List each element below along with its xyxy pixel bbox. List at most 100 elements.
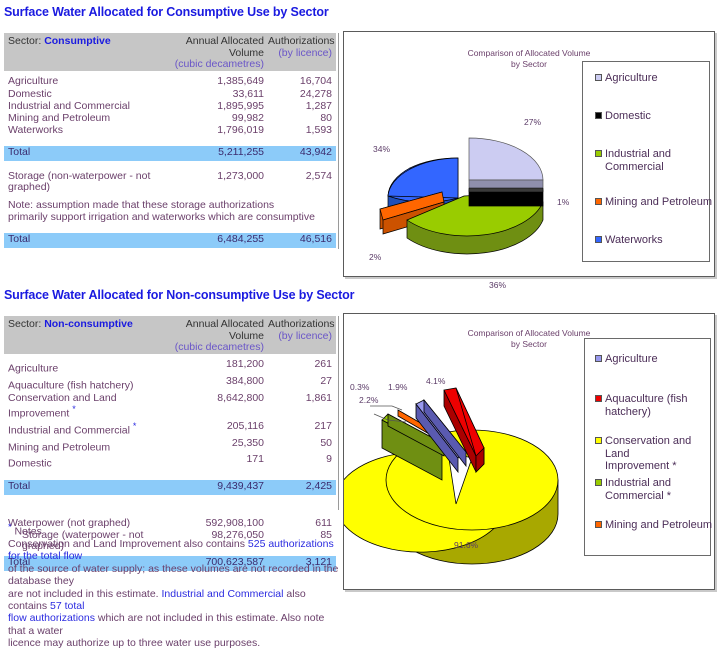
row-name-cell: Industrial and Commercial * [4,420,170,437]
auth-header-line2: (by licence) [278,329,332,342]
table-row: Agriculture 181,200 261 [4,359,336,376]
table-row: Agriculture 1,385,649 16,704 [4,75,336,88]
auth-header-line1: Authorizations [268,35,335,47]
table-row: Industrial and Commercial * 205,116 217 [4,420,336,437]
legend-item-mining-petroleum[interactable]: Mining and Petroleum [595,519,713,532]
chart-panel-consumptive: Comparison of Allocated Volume by Sector [343,31,715,290]
row-name-cell: Aquaculture (fish hatchery) [4,375,170,392]
notes-line-4: flow authorizations which are not includ… [8,612,344,637]
row-volume: 1,385,649 [217,75,264,88]
row-name-cell: Domestic [4,454,170,471]
pie-label-domestic: 1% [557,197,570,207]
legend-item-industrial-commercial[interactable]: Industrial and Commercial [595,148,707,173]
notes-line-3: are not included in this estimate. Indus… [8,588,344,613]
row-volume: 1,273,000 [217,169,264,182]
legend-item-agriculture[interactable]: Agriculture [595,353,710,366]
volume-header-line1: Annual Allocated Volume [185,35,264,59]
sector-label: Sector: [8,35,42,47]
row-auth: 2,574 [305,169,332,182]
legend-label: Domestic [605,110,651,122]
assumption-note-line-1: Note: assumption made that these storage… [4,199,336,211]
total-volume: 6,484,255 [170,232,268,249]
chart-panel-nonconsumptive: Comparison of Allocated Volume by Sector [343,313,715,590]
auth-header-line2: (by licence) [278,46,332,59]
table-row: Industrial and Commercial 1,895,995 1,28… [4,100,336,112]
row-name: Agriculture [8,362,59,375]
row-auth: 80 [320,111,332,124]
spacer [4,161,336,170]
sector-value: Consumptive [44,35,111,47]
row-auth: 1,593 [305,124,332,137]
pie-label-agriculture: 1.9% [388,382,408,392]
volume-header-line1: Annual Allocated Volume [185,318,264,342]
row-volume: 1,895,995 [217,99,264,112]
legend-consumptive: Agriculture Domestic Industrial and Comm… [582,61,713,262]
legend-nonconsumptive: Agriculture Aquaculture (fish hatchery) … [584,338,713,556]
row-name: Mining and Petroleum [8,111,111,124]
row-auth: 27 [320,375,332,388]
legend-item-industrial-commercial[interactable]: Industrial and Commercial * [595,477,710,502]
legend-item-aquaculture[interactable]: Aquaculture (fish hatchery) [595,393,710,418]
legend-label: Mining and Petroleum [605,196,713,208]
pie-label-agriculture: 27% [524,117,542,127]
legend-item-conservation-land-improvement[interactable]: Conservation and Land Improvement * [595,435,713,473]
row-auth: 50 [320,436,332,449]
auth-header-cell: Authorizations (by licence) [268,316,336,354]
volume-header-cell: Annual Allocated Volume (cubic decametre… [170,316,268,354]
row-name-cell: Agriculture [4,359,170,376]
total-label: Total [4,145,170,162]
legend-swatch-icon [595,355,602,362]
legend-label: Mining and Petroleum [605,519,713,531]
pie-label-mining-petroleum: 0.3% [350,382,370,392]
legend-item-waterworks[interactable]: Waterworks [595,234,707,247]
total-auth: 43,942 [268,145,336,162]
sector-value: Non-consumptive [44,318,133,330]
page-title-nonconsumptive: Surface Water Allocated for Non-consumpt… [4,288,355,302]
total-row-subtotal: Total 9,439,437 2,425 [4,479,336,495]
row-name: Domestic [8,87,52,100]
pie-chart-consumptive [379,137,544,255]
tables-column: Surface Water Allocated for Consumptive … [0,0,354,649]
legend-swatch-icon [595,437,602,444]
spacer [4,224,336,233]
leader-line-industrial [370,405,403,411]
legend-label: Industrial and Commercial * [605,477,672,502]
row-volume: 25,350 [231,436,264,449]
auth-header-cell: Authorizations (by licence) [268,33,336,71]
table-row: Waterworks 1,796,019 1,593 [4,124,336,137]
spacer [4,471,336,480]
row-name: Agriculture [8,75,59,88]
table-row: Aquaculture (fish hatchery) 384,800 27 [4,375,336,392]
total-auth: 46,516 [268,232,336,249]
row-name: Conservation and Land Improvement [8,391,117,420]
row-volume: 8,642,800 [217,391,264,404]
pie-slice-agriculture [468,137,544,191]
row-name-cell: Conservation and Land Improvement * [4,392,170,420]
chart-title-line1: Comparison of Allocated Volume [467,328,591,338]
total-volume: 5,211,255 [170,145,268,162]
notes-highlight: flow authorizations [8,612,95,625]
row-name: Storage (non-waterpower - not graphed) [8,169,151,194]
notes-text: of the source of water supply; as these … [8,562,339,588]
notes-heading-text: Notes [14,525,42,538]
table-row: Mining and Petroleum 99,982 80 [4,112,336,124]
row-volume: 384,800 [226,375,264,388]
volume-header-line2: (cubic decametres) [174,58,264,71]
page-title-consumptive: Surface Water Allocated for Consumptive … [4,5,329,19]
row-auth: 24,278 [299,87,332,100]
auth-header-line1: Authorizations [268,318,335,330]
row-volume: 99,982 [231,111,264,124]
row-auth: 1,287 [305,99,332,112]
legend-item-agriculture[interactable]: Agriculture [595,72,707,85]
row-volume: 171 [246,453,264,466]
pie-label-waterworks: 34% [373,144,391,154]
legend-item-domestic[interactable]: Domestic [595,110,707,123]
legend-swatch-icon [595,395,602,402]
pie-label-industrial-commercial: 2.2% [359,395,379,405]
table-right-edge-rule [338,33,339,249]
chart-title-line1: Comparison of Allocated Volume [467,48,591,58]
legend-swatch-icon [595,112,602,119]
row-name: Mining and Petroleum [8,441,111,454]
legend-item-mining-petroleum[interactable]: Mining and Petroleum [595,196,713,209]
table-row: Mining and Petroleum 25,350 50 [4,437,336,454]
